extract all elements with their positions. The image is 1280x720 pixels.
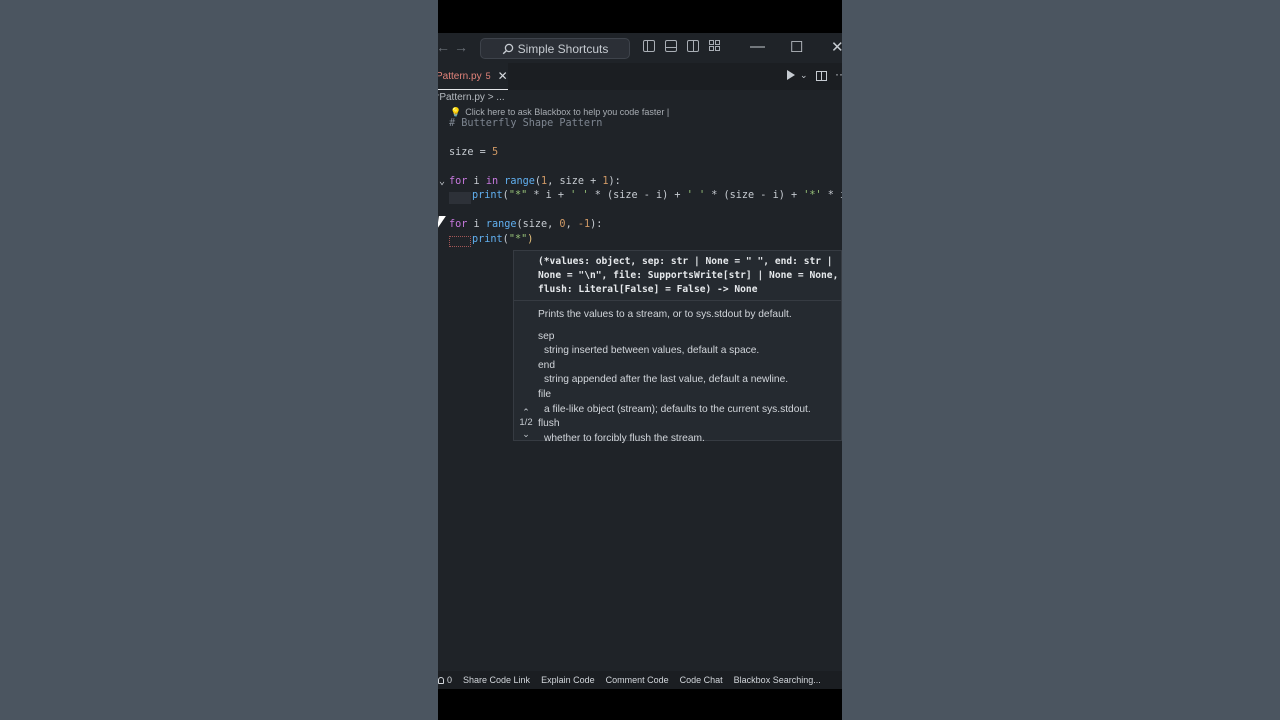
function-signature: (*values: object, sep: str | None = " ",…: [538, 256, 839, 295]
lightbulb-icon: 💡: [450, 107, 462, 117]
run-dropdown-icon[interactable]: ⌄: [800, 70, 808, 81]
editor-tab-bar: Pattern.py 5 ✕ ⌄ ···: [438, 63, 842, 90]
minimize-button[interactable]: —: [750, 38, 765, 55]
split-editor-icon[interactable]: [816, 71, 827, 81]
code-line-6: print("*" * i + ' ' * (size - i) + ' ' *…: [472, 190, 842, 201]
tab-filename: Pattern.py: [438, 70, 482, 82]
hover-signature-popup: (*values: object, sep: str | None = " ",…: [513, 250, 842, 444]
comment-code-button[interactable]: Comment Code: [606, 675, 669, 685]
param-name: flush: [538, 418, 560, 430]
forward-arrow-icon[interactable]: →: [454, 39, 468, 55]
overload-pager: ⌃ 1/2 ⌄: [517, 407, 535, 439]
maximize-button[interactable]: ☐: [790, 38, 803, 56]
search-label: Simple Shortcuts: [517, 41, 609, 56]
letterbox-top: [438, 0, 842, 33]
code-line-9: print("*"): [472, 234, 534, 245]
code-line-1: # Butterfly Shape Pattern: [449, 118, 603, 129]
mouse-pointer-icon: [438, 216, 446, 229]
letterbox-bottom: [438, 689, 842, 720]
code-line-5: for i in range(1, size + 1):: [449, 176, 621, 187]
explain-code-button[interactable]: Explain Code: [541, 675, 595, 685]
toggle-secondary-sidebar-icon[interactable]: [687, 40, 699, 52]
close-window-button[interactable]: ✕: [831, 38, 842, 56]
function-docs: Prints the values to a stream, or to sys…: [538, 308, 811, 446]
param-desc: a file-like object (stream); defaults to…: [544, 403, 811, 415]
param-desc: string appended after the last value, de…: [544, 374, 789, 386]
code-chat-button[interactable]: Code Chat: [680, 675, 723, 685]
popup-divider: [514, 300, 841, 301]
run-python-file-icon[interactable]: [787, 70, 795, 80]
param-name: end: [538, 359, 555, 371]
fold-chevron-icon[interactable]: ⌄: [439, 176, 445, 187]
back-arrow-icon[interactable]: ←: [438, 39, 450, 55]
blackbox-hint[interactable]: 💡 Click here to ask Blackbox to help you …: [450, 107, 669, 118]
chevron-up-icon[interactable]: ⌃: [517, 407, 535, 417]
app-window: ← → Simple Shortcuts — ☐ ✕ Pattern.py 5 …: [438, 0, 842, 720]
title-bar: ← → Simple Shortcuts — ☐ ✕: [438, 33, 842, 63]
command-center-search[interactable]: Simple Shortcuts: [480, 38, 630, 59]
indent-error-marker: [449, 236, 471, 247]
customize-layout-icon[interactable]: [709, 40, 721, 52]
indent-guide: [449, 192, 471, 204]
code-line-8: for i range(size, 0, -1):: [449, 219, 603, 230]
notification-count: 0: [447, 675, 453, 685]
param-desc: string inserted between values, default …: [544, 345, 760, 357]
tab-pattern-py[interactable]: Pattern.py 5 ✕: [438, 63, 508, 90]
blackbox-hint-text: Click here to ask Blackbox to help you c…: [465, 107, 670, 117]
chevron-down-icon[interactable]: ⌄: [517, 429, 535, 439]
code-line-3: size = 5: [449, 147, 499, 158]
notifications-status[interactable]: 0: [438, 675, 452, 685]
status-bar: 0 Share Code Link Explain Code Comment C…: [438, 671, 842, 689]
share-code-link-button[interactable]: Share Code Link: [463, 675, 530, 685]
doc-summary: Prints the values to a stream, or to sys…: [538, 309, 792, 320]
toggle-panel-icon[interactable]: [665, 40, 677, 52]
breadcrumb[interactable]: rPattern.py > ...: [438, 92, 505, 103]
param-name: file: [538, 388, 552, 400]
close-tab-icon[interactable]: ✕: [498, 69, 508, 83]
problems-count: 5: [485, 71, 491, 81]
toggle-primary-sidebar-icon[interactable]: [643, 40, 655, 52]
blackbox-search-status[interactable]: Blackbox Searching...: [734, 675, 821, 685]
more-actions-icon[interactable]: ···: [835, 67, 842, 81]
param-desc: whether to forcibly flush the stream.: [544, 432, 705, 444]
bell-icon: [438, 676, 444, 684]
param-name: sep: [538, 330, 555, 342]
overload-page-count: 1/2: [519, 417, 533, 428]
layout-controls: [643, 40, 721, 52]
search-icon: [502, 43, 513, 54]
